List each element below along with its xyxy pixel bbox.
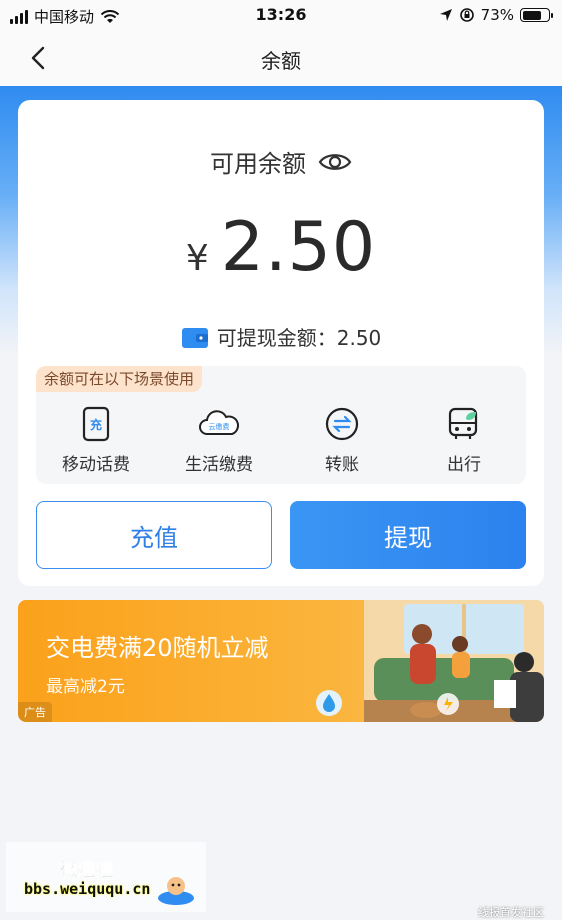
scene-label: 出行 (447, 455, 481, 475)
watermark-right: 线报首发社区 (478, 906, 544, 919)
usage-scenes-tag: 余额可在以下场景使用 (36, 366, 203, 392)
water-drop-icon (316, 690, 342, 716)
balance-amount: 2.50 (220, 208, 377, 287)
scene-label: 生活缴费 (185, 455, 253, 475)
location-arrow-icon (439, 9, 452, 21)
scene-mobile-bill[interactable]: 充 移动话费 (36, 406, 156, 475)
scene-label: 移动话费 (62, 455, 130, 475)
rotation-lock-icon (459, 8, 474, 22)
balance-label-row: 可用余额 (18, 144, 544, 179)
promo-subtitle: 最高减2元 (46, 677, 125, 697)
usage-scenes: 余额可在以下场景使用 充 移动话费 云缴费 生活缴费 转账 出行 (36, 366, 526, 484)
scene-utility-bill[interactable]: 云缴费 生活缴费 (159, 406, 279, 475)
phone-recharge-icon: 充 (82, 406, 110, 442)
nav-bar: 余额 (0, 30, 562, 86)
wallet-icon (181, 327, 208, 348)
watermark-logo: 微趣趣 bbs.weiququ.cn (6, 842, 206, 912)
withdrawable-amount-label: 可提现金额：2.50 (216, 326, 382, 350)
scene-transfer[interactable]: 转账 (282, 406, 402, 475)
balance-card: 可用余额 ¥ 2.50 可提现金额：2.50 余额可在以下场景使用 充 移动话费 (18, 100, 544, 586)
withdraw-button[interactable]: 提现 (290, 501, 526, 569)
promo-title: 交电费满20随机立减 (46, 634, 269, 662)
watermark-brand: 微趣趣 (60, 860, 115, 882)
page-title: 余额 (261, 49, 301, 73)
watermark-url: bbs.weiququ.cn (24, 880, 151, 898)
eye-icon[interactable] (318, 151, 352, 173)
transfer-icon (325, 407, 359, 441)
battery-fill (522, 10, 541, 20)
cloud-bill-icon: 云缴费 (199, 410, 239, 435)
battery-percent: 73% (480, 6, 514, 24)
scene-label: 转账 (325, 455, 359, 475)
available-balance-label: 可用余额 (210, 150, 306, 178)
currency-symbol: ¥ (185, 238, 209, 279)
status-right: 73% (439, 6, 553, 24)
amount-row: ¥ 2.50 (18, 208, 544, 287)
phone-recharge-icon-text: 充 (90, 417, 102, 432)
scene-travel[interactable]: 出行 (404, 406, 524, 475)
recharge-button[interactable]: 充值 (36, 501, 272, 569)
withdrawable-row: 可提现金额：2.50 (18, 322, 544, 351)
bus-icon (448, 407, 478, 439)
mascot-icon (158, 877, 194, 905)
status-bar: 中国移动 13:26 73% (0, 0, 562, 30)
promo-banner[interactable]: 交电费满20随机立减 最高减2元 广告 (18, 600, 544, 722)
cloud-bill-icon-text: 云缴费 (209, 422, 230, 431)
family-illustration (364, 600, 544, 722)
ad-tag: 广告 (18, 702, 52, 722)
battery-icon (520, 8, 553, 22)
